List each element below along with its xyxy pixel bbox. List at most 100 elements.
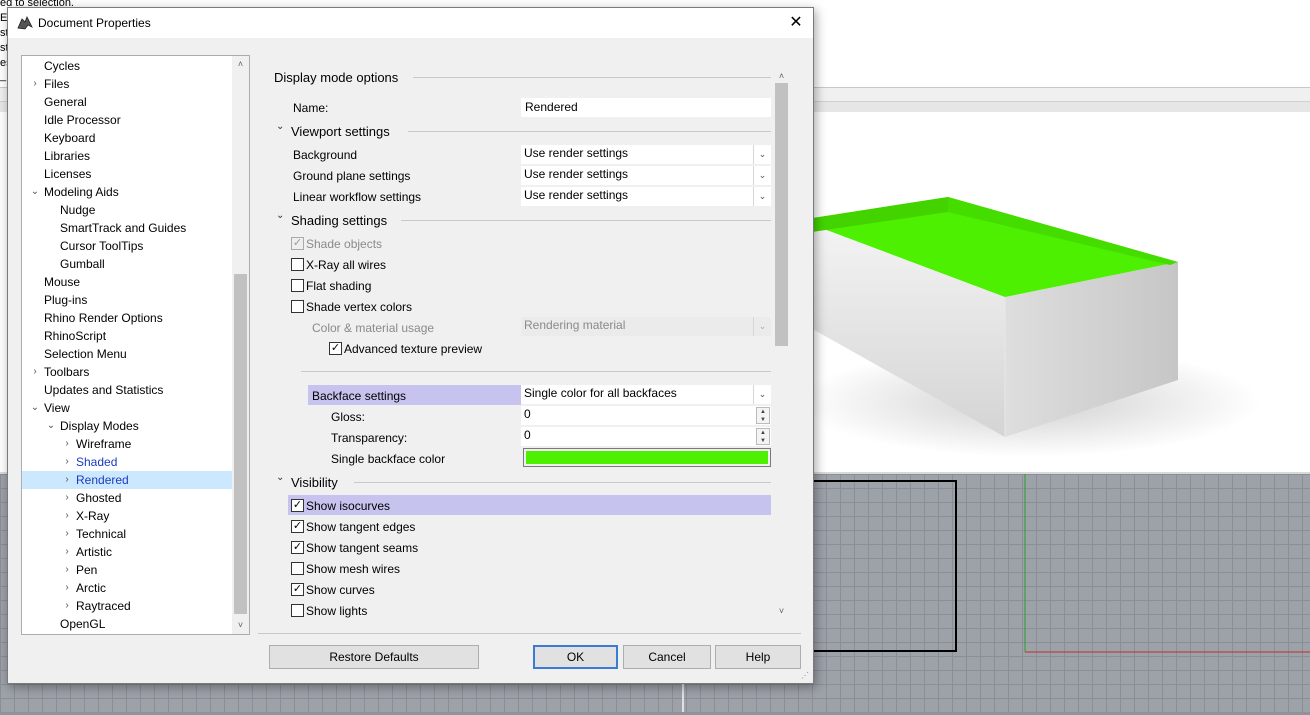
tree-item-label: Artistic — [76, 545, 112, 559]
chevron-right-icon[interactable]: › — [62, 435, 72, 453]
tree-item[interactable]: › Raytraced — [22, 597, 232, 615]
tree-item[interactable]: Updates and Statistics — [22, 381, 232, 399]
dialog-titlebar[interactable]: Document Properties ✕ — [8, 8, 813, 38]
collapse-viewport-settings-icon[interactable]: ⌄ — [276, 121, 284, 132]
tree-item[interactable]: Nudge — [22, 201, 232, 219]
advanced-texture-preview-checkbox[interactable]: ✓ — [329, 342, 342, 355]
chevron-down-icon[interactable]: ⌄ — [46, 417, 56, 435]
chevron-down-icon[interactable]: ⌄ — [753, 166, 771, 185]
chevron-right-icon[interactable]: › — [62, 579, 72, 597]
ok-button[interactable]: OK — [533, 645, 618, 669]
tree-item-label: Licenses — [44, 167, 92, 181]
tree-item[interactable]: Gumball — [22, 255, 232, 273]
tree-item[interactable]: Cycles — [22, 57, 232, 75]
restore-defaults-button[interactable]: Restore Defaults — [269, 645, 479, 669]
chevron-right-icon[interactable]: › — [62, 561, 72, 579]
scroll-up-arrow-icon[interactable]: ˄ — [232, 56, 249, 73]
close-button[interactable]: ✕ — [783, 11, 809, 35]
tree-item[interactable]: SmartTrack and Guides — [22, 219, 232, 237]
tree-item[interactable]: RhinoScript — [22, 327, 232, 345]
tree-item[interactable]: Cursor ToolTips — [22, 237, 232, 255]
tree-item[interactable]: Idle Processor — [22, 111, 232, 129]
spin-down-icon[interactable]: ▼ — [757, 437, 769, 445]
options-tree[interactable]: Cycles › Files General Idle Processor Keyboar… — [21, 55, 250, 635]
chevron-down-icon[interactable]: ⌄ — [30, 399, 40, 417]
spin-up-icon[interactable]: ▲ — [757, 408, 769, 416]
spin-down-icon[interactable]: ▼ — [757, 416, 769, 424]
tree-item[interactable]: ⌄ Display Modes — [22, 417, 232, 435]
tree-item[interactable]: General — [22, 93, 232, 111]
gloss-spin-buttons[interactable]: ▲ ▼ — [756, 407, 770, 424]
xray-all-wires-checkbox[interactable] — [291, 258, 304, 271]
tree-item[interactable]: ⌄ Modeling Aids — [22, 183, 232, 201]
tree-item[interactable]: › Ghosted — [22, 489, 232, 507]
tree-item[interactable]: › Files — [22, 75, 232, 93]
linear-workflow-select[interactable]: Use render settings ⌄ — [521, 187, 771, 206]
chevron-right-icon[interactable]: › — [62, 597, 72, 615]
tree-item[interactable]: › Arctic — [22, 579, 232, 597]
cancel-button[interactable]: Cancel — [623, 645, 711, 669]
tree-scroll-thumb[interactable] — [234, 274, 247, 614]
settings-scrollbar[interactable]: ˄ ˅ — [773, 68, 790, 620]
chevron-right-icon[interactable]: › — [62, 453, 72, 471]
chevron-down-icon[interactable]: ⌄ — [753, 187, 771, 206]
ground-plane-select[interactable]: Use render settings ⌄ — [521, 166, 771, 185]
collapse-shading-settings-icon[interactable]: ⌄ — [276, 210, 284, 221]
shade-objects-checkbox[interactable]: ✓ — [291, 237, 304, 250]
show-curves-checkbox[interactable]: ✓ — [291, 583, 304, 596]
chevron-right-icon[interactable]: › — [62, 471, 72, 489]
transparency-stepper[interactable]: 0 ▲ ▼ — [521, 427, 771, 446]
tree-item[interactable]: › X-Ray — [22, 507, 232, 525]
flat-shading-checkbox[interactable] — [291, 279, 304, 292]
show-tangent-seams-checkbox[interactable]: ✓ — [291, 541, 304, 554]
scroll-down-arrow-icon[interactable]: ˅ — [773, 603, 790, 620]
show-mesh-wires-checkbox[interactable] — [291, 562, 304, 575]
tree-item[interactable]: › Pen — [22, 561, 232, 579]
tree-item[interactable]: › Rendered — [22, 471, 232, 489]
resize-grip-icon[interactable]: ⋰ — [801, 671, 811, 681]
gloss-stepper[interactable]: 0 ▲ ▼ — [521, 406, 771, 425]
chevron-down-icon[interactable]: ⌄ — [30, 183, 40, 201]
chevron-right-icon[interactable]: › — [62, 489, 72, 507]
collapse-visibility-icon[interactable]: ⌄ — [276, 472, 284, 483]
settings-scroll-thumb[interactable] — [775, 83, 788, 346]
tree-item[interactable]: › Shaded — [22, 453, 232, 471]
shade-vertex-colors-checkbox[interactable] — [291, 300, 304, 313]
tree-item[interactable]: Libraries — [22, 147, 232, 165]
spin-up-icon[interactable]: ▲ — [757, 429, 769, 437]
tree-item[interactable]: › Artistic — [22, 543, 232, 561]
tree-item[interactable]: Selection Menu — [22, 345, 232, 363]
background-select[interactable]: Use render settings ⌄ — [521, 145, 771, 164]
chevron-right-icon[interactable]: › — [30, 75, 40, 93]
scroll-down-arrow-icon[interactable]: ˅ — [232, 617, 249, 634]
tree-item[interactable]: › Technical — [22, 525, 232, 543]
show-tangent-edges-checkbox[interactable]: ✓ — [291, 520, 304, 533]
chevron-right-icon[interactable]: › — [62, 507, 72, 525]
chevron-right-icon[interactable]: › — [62, 525, 72, 543]
color-material-usage-select[interactable]: Rendering material ⌄ — [521, 317, 771, 336]
name-field[interactable]: Rendered — [521, 98, 771, 117]
tree-item[interactable]: Rhino Render Options — [22, 309, 232, 327]
tree-item[interactable]: Licenses — [22, 165, 232, 183]
tree-scrollbar[interactable]: ˄ ˅ — [232, 56, 249, 634]
transparency-spin-buttons[interactable]: ▲ ▼ — [756, 428, 770, 445]
help-button[interactable]: Help — [715, 645, 801, 669]
chevron-down-icon[interactable]: ⌄ — [753, 385, 771, 404]
backface-settings-select[interactable]: Single color for all backfaces ⌄ — [521, 385, 771, 404]
tree-item[interactable]: › Wireframe — [22, 435, 232, 453]
chevron-right-icon[interactable]: › — [30, 363, 40, 381]
tree-item[interactable]: › Toolbars — [22, 363, 232, 381]
tree-item[interactable]: Keyboard — [22, 129, 232, 147]
chevron-right-icon[interactable]: › — [62, 543, 72, 561]
show-lights-checkbox[interactable] — [291, 604, 304, 617]
tree-item[interactable]: ⌄ View — [22, 399, 232, 417]
show-isocurves-checkbox[interactable]: ✓ — [291, 499, 304, 512]
tree-item[interactable]: Plug-ins — [22, 291, 232, 309]
chevron-down-icon[interactable]: ⌄ — [753, 317, 771, 336]
backface-color-swatch[interactable] — [523, 448, 771, 467]
dialog-title: Document Properties — [38, 16, 151, 30]
tree-item[interactable]: Mouse — [22, 273, 232, 291]
tree-item[interactable]: OpenGL — [22, 615, 232, 633]
single-backface-color-label: Single backface color — [331, 452, 446, 466]
chevron-down-icon[interactable]: ⌄ — [753, 145, 771, 164]
